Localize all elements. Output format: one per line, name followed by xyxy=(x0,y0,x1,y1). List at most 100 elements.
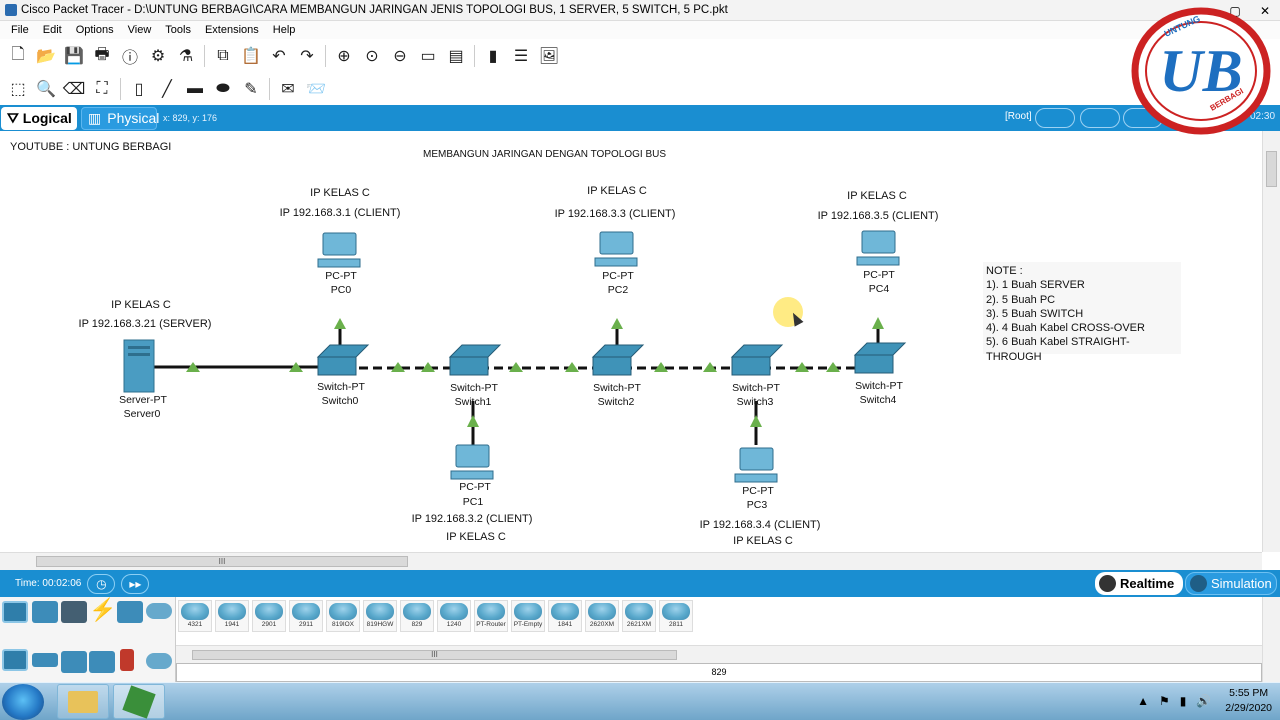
zoom-out-icon[interactable]: ⊖ xyxy=(389,45,411,67)
device-829[interactable]: 829 xyxy=(400,600,434,632)
menu-file[interactable]: File xyxy=(4,24,36,36)
connections-category-icon[interactable]: ⚡ xyxy=(89,599,116,621)
device-pt-router[interactable]: PT-Router xyxy=(474,600,508,632)
taskbar-file-explorer[interactable] xyxy=(57,684,109,719)
switch0-name[interactable]: Switch0 xyxy=(322,395,359,407)
device-panel-scrollbar[interactable] xyxy=(1262,597,1280,682)
device-4321[interactable]: 4321 xyxy=(178,600,212,632)
pc4-name[interactable]: PC4 xyxy=(869,283,889,295)
start-button[interactable] xyxy=(2,684,44,720)
security-category-icon[interactable] xyxy=(120,649,134,671)
scroll-thumb[interactable] xyxy=(1266,151,1277,187)
hubs-category-icon[interactable] xyxy=(61,651,87,673)
menu-help[interactable]: Help xyxy=(266,24,303,36)
scroll-thumb[interactable]: III xyxy=(36,556,408,567)
menu-extensions[interactable]: Extensions xyxy=(198,24,266,36)
freeform-icon[interactable]: ✎ xyxy=(240,78,262,100)
save-icon[interactable]: 💾 xyxy=(63,45,85,67)
undo-icon[interactable]: ↶ xyxy=(268,45,290,67)
add-simple-pdu-icon[interactable]: ✉ xyxy=(277,78,299,100)
device-2911[interactable]: 2911 xyxy=(289,600,323,632)
end-devices-category-icon[interactable] xyxy=(32,601,58,623)
switch3-name[interactable]: Switch3 xyxy=(737,396,774,408)
info-icon[interactable]: ⓘ xyxy=(119,45,141,67)
root-label[interactable]: [Root] xyxy=(1005,111,1032,122)
image-icon[interactable]: 🖼 xyxy=(538,45,560,67)
custom-device-icon[interactable]: ▤ xyxy=(445,45,467,67)
show-hidden-icons-icon[interactable]: ▲ xyxy=(1137,694,1149,708)
canvas-vertical-scrollbar[interactable] xyxy=(1262,131,1280,552)
copy-icon[interactable]: ⧉ xyxy=(212,45,234,67)
resize-icon[interactable]: ⛶ xyxy=(91,78,113,100)
add-complex-pdu-icon[interactable]: 📨 xyxy=(305,78,327,100)
device-list-scrollbar[interactable]: III xyxy=(176,645,1262,663)
components-category-icon[interactable] xyxy=(61,601,87,623)
device-2620xm[interactable]: 2620XM xyxy=(585,600,619,632)
menu-view[interactable]: View xyxy=(121,24,159,36)
draw-rectangle-icon[interactable]: ▬ xyxy=(184,78,206,100)
canvas-horizontal-scrollbar[interactable]: III xyxy=(0,552,1262,570)
switches-category-icon[interactable] xyxy=(32,653,58,667)
draw-ellipse-icon[interactable]: ⬬ xyxy=(212,78,234,100)
zoom-in-icon[interactable]: ⊕ xyxy=(333,45,355,67)
simulation-button[interactable]: Simulation xyxy=(1185,572,1277,595)
taskbar-packet-tracer[interactable] xyxy=(113,684,165,719)
print-icon[interactable]: 🖶 xyxy=(91,45,113,67)
server-name[interactable]: Server0 xyxy=(124,408,161,420)
inspect-icon[interactable]: 🔍 xyxy=(35,78,57,100)
open-folder-icon[interactable]: 📂 xyxy=(35,45,57,67)
scroll-thumb[interactable]: III xyxy=(192,650,677,660)
paste-icon[interactable]: 📋 xyxy=(240,45,262,67)
device-2811[interactable]: 2811 xyxy=(659,600,693,632)
logical-workspace-canvas[interactable]: YOUTUBE : UNTUNG BERBAGI MEMBANGUN JARIN… xyxy=(0,131,1262,552)
tab-physical[interactable]: ▥ Physical xyxy=(81,106,159,130)
power-cycle-button[interactable]: ◷ xyxy=(87,573,116,594)
menu-tools[interactable]: Tools xyxy=(158,24,198,36)
device-2901[interactable]: 2901 xyxy=(252,600,286,632)
switch2-name[interactable]: Switch2 xyxy=(598,396,635,408)
device-1941[interactable]: 1941 xyxy=(215,600,249,632)
device-1240[interactable]: 1240 xyxy=(437,600,471,632)
note-box[interactable]: NOTE : 1). 1 Buah SERVER 2). 5 Buah PC 3… xyxy=(983,262,1181,363)
device-1841[interactable]: 1841 xyxy=(548,600,582,632)
network-wizard-icon[interactable]: ⚙ xyxy=(147,45,169,67)
device-pt-empty[interactable]: PT-Empty xyxy=(511,600,545,632)
pc1-name[interactable]: PC1 xyxy=(463,496,483,508)
miscellaneous-category-icon[interactable] xyxy=(117,601,143,623)
network-devices-category-icon[interactable] xyxy=(2,601,28,623)
back-button[interactable] xyxy=(1035,108,1075,128)
activity-wizard-icon[interactable]: ⚗ xyxy=(175,45,197,67)
redo-icon[interactable]: ↷ xyxy=(296,45,318,67)
switch1-name[interactable]: Switch1 xyxy=(455,396,492,408)
menu-options[interactable]: Options xyxy=(69,24,121,36)
pdu-list-icon[interactable]: ▮ xyxy=(482,45,504,67)
delete-icon[interactable]: ⌫ xyxy=(63,78,86,100)
drawing-palette-icon[interactable]: ▭ xyxy=(417,45,439,67)
volume-icon[interactable]: 🔊 xyxy=(1196,694,1211,708)
wan-emulation-category-icon[interactable] xyxy=(146,653,172,669)
multiuser-category-icon[interactable] xyxy=(146,603,172,619)
fast-forward-button[interactable]: ▸▸ xyxy=(121,573,150,594)
action-center-icon[interactable]: ⚑ xyxy=(1159,694,1170,708)
switch4-name[interactable]: Switch4 xyxy=(860,394,897,406)
viewport-icon[interactable]: ☰ xyxy=(510,45,532,67)
draw-line-icon[interactable]: ╱ xyxy=(156,78,178,100)
pc0-name[interactable]: PC0 xyxy=(331,284,351,296)
wireless-category-icon[interactable] xyxy=(89,651,115,673)
pc3-name[interactable]: PC3 xyxy=(747,499,767,511)
device-819hgw[interactable]: 819HGW xyxy=(363,600,397,632)
cluster-button[interactable] xyxy=(1080,108,1120,128)
place-note-icon[interactable]: ▯ xyxy=(128,78,150,100)
zoom-reset-icon[interactable]: ⊙ xyxy=(361,45,383,67)
device-2621xm[interactable]: 2621XM xyxy=(622,600,656,632)
menu-edit[interactable]: Edit xyxy=(36,24,69,36)
tab-logical[interactable]: ⛛ Logical xyxy=(1,106,77,130)
device-819iox[interactable]: 819IOX xyxy=(326,600,360,632)
taskbar-clock[interactable]: 5:55 PM 2/29/2020 xyxy=(1225,686,1272,716)
network-icon[interactable]: ▮ xyxy=(1180,694,1187,708)
new-file-icon[interactable]: 🗋 xyxy=(7,45,29,67)
select-icon[interactable]: ⬚ xyxy=(7,78,29,100)
realtime-button[interactable]: Realtime xyxy=(1095,572,1183,595)
pc2-name[interactable]: PC2 xyxy=(608,284,628,296)
routers-category-icon[interactable] xyxy=(2,649,28,671)
